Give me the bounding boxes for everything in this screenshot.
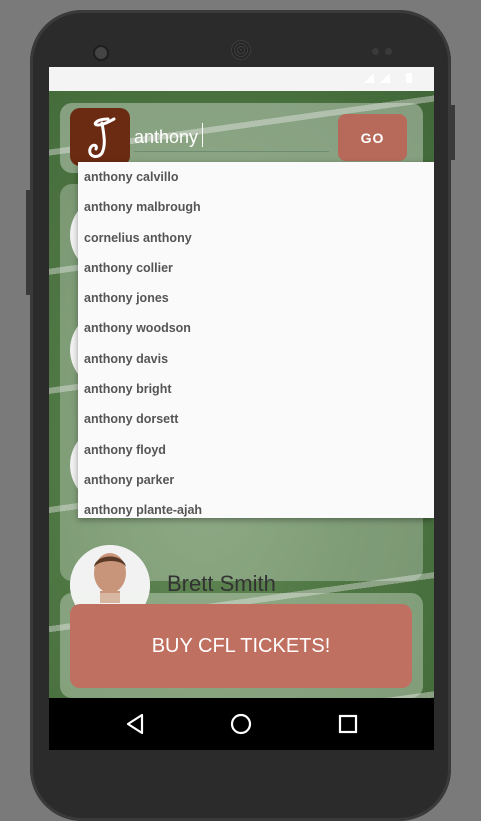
suggestion-item[interactable]: anthony floyd (78, 435, 434, 465)
signal-battery-icon (364, 73, 412, 83)
speaker-grille (231, 40, 251, 60)
navigation-bar (49, 698, 434, 750)
power-button (451, 105, 455, 160)
app-logo (70, 108, 130, 166)
autocomplete-dropdown: anthony calvillo anthony malbrough corne… (78, 162, 434, 518)
recents-square-icon[interactable] (334, 710, 362, 738)
app-content: GO Brett Smith BUY CFL TICKETS! anthony … (49, 91, 434, 698)
suggestion-item[interactable]: anthony plante-ajah (78, 495, 434, 518)
back-triangle-icon[interactable] (121, 710, 149, 738)
suggestion-item[interactable]: anthony jones (78, 283, 434, 313)
go-button[interactable]: GO (338, 114, 407, 161)
status-bar (49, 67, 434, 91)
text-cursor (202, 123, 203, 147)
suggestion-item[interactable]: anthony woodson (78, 313, 434, 343)
search-input[interactable] (134, 123, 329, 152)
sensor-dot (385, 48, 392, 55)
suggestion-item[interactable]: anthony collier (78, 253, 434, 283)
logo-icon (88, 117, 116, 158)
suggestion-item[interactable]: anthony davis (78, 344, 434, 374)
home-circle-icon[interactable] (227, 710, 255, 738)
suggestion-item[interactable]: anthony bright (78, 374, 434, 404)
screen: GO Brett Smith BUY CFL TICKETS! anthony … (49, 67, 434, 750)
suggestion-item[interactable]: anthony calvillo (78, 162, 434, 192)
suggestion-item[interactable]: anthony parker (78, 465, 434, 495)
front-camera-icon (93, 45, 109, 61)
suggestion-item[interactable]: cornelius anthony (78, 223, 434, 253)
sensor-dot (372, 48, 379, 55)
status-icons (362, 71, 424, 88)
buy-tickets-button[interactable]: BUY CFL TICKETS! (70, 604, 412, 688)
volume-button (26, 190, 30, 295)
suggestion-item[interactable]: anthony malbrough (78, 192, 434, 222)
suggestion-item[interactable]: anthony dorsett (78, 404, 434, 434)
